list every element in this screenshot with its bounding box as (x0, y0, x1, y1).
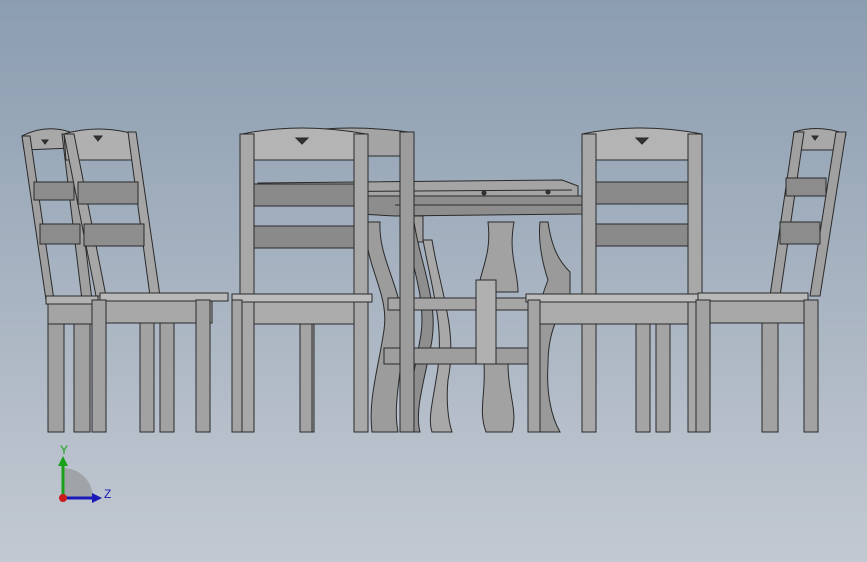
chair-center[interactable] (231, 127, 373, 433)
graphics-viewport[interactable]: Y Z (0, 0, 867, 562)
chair-back-post-right (353, 133, 369, 433)
chair-back-slat (785, 177, 827, 197)
chair-leg (803, 299, 819, 433)
table-screw (481, 190, 487, 196)
chair-back-post-right (809, 131, 847, 297)
chair-leg (655, 323, 671, 433)
chair-seat (525, 293, 703, 303)
chair-far-right[interactable] (695, 128, 847, 433)
chair-leg (299, 323, 313, 433)
chair-back-post-right (399, 131, 415, 433)
chair-leg (91, 299, 107, 433)
chair-back-post-right (127, 131, 161, 297)
triad-quadrant (63, 468, 93, 498)
table-top-edge (359, 195, 583, 217)
dining-set-model[interactable] (0, 0, 867, 562)
table-leg-center-base (481, 363, 515, 433)
chair-leg (527, 299, 541, 433)
table-stretcher-post (475, 279, 497, 365)
chair-back-crest (241, 127, 367, 161)
chair-leg (695, 299, 711, 433)
chair-back-slat (253, 225, 355, 249)
chair-apron (709, 300, 811, 324)
chair-back-slat (33, 181, 75, 201)
chair-leg (635, 323, 651, 433)
chair-back-slat (39, 223, 81, 245)
z-axis-label: Z (104, 487, 111, 501)
chair-seat (697, 292, 809, 302)
chair-leg (231, 299, 243, 433)
y-arrowhead-icon (58, 456, 68, 466)
chair-apron (539, 301, 689, 325)
chair-seat (231, 293, 373, 303)
chair-leg (195, 299, 211, 433)
chair-back-post-left (581, 133, 597, 433)
table-leg-left (366, 221, 403, 433)
chair-back-slat (253, 183, 355, 207)
x-axis-origin-icon (59, 494, 67, 502)
chair-leg (139, 322, 155, 433)
chair-leg (73, 323, 91, 433)
table-screw (545, 189, 551, 195)
chair-back-slat (595, 181, 689, 205)
chair-seat (45, 295, 99, 305)
chair-back-slat (77, 181, 139, 205)
y-axis-label: Y (60, 443, 68, 457)
reference-triad[interactable]: Y Z (48, 440, 118, 510)
chair-leg (159, 322, 175, 433)
z-arrowhead-icon (92, 493, 102, 503)
chair-apron (253, 301, 355, 325)
chair-back-slat (779, 221, 821, 245)
chair-back-slat (595, 223, 689, 247)
chair-back-post-left (769, 131, 805, 297)
chair-leg (761, 322, 779, 433)
chair-leg (47, 323, 65, 433)
chair-back-post-left (21, 135, 55, 301)
chair-back-slat (83, 223, 145, 247)
chair-far-left[interactable] (21, 128, 99, 433)
chair-apron (47, 303, 97, 325)
